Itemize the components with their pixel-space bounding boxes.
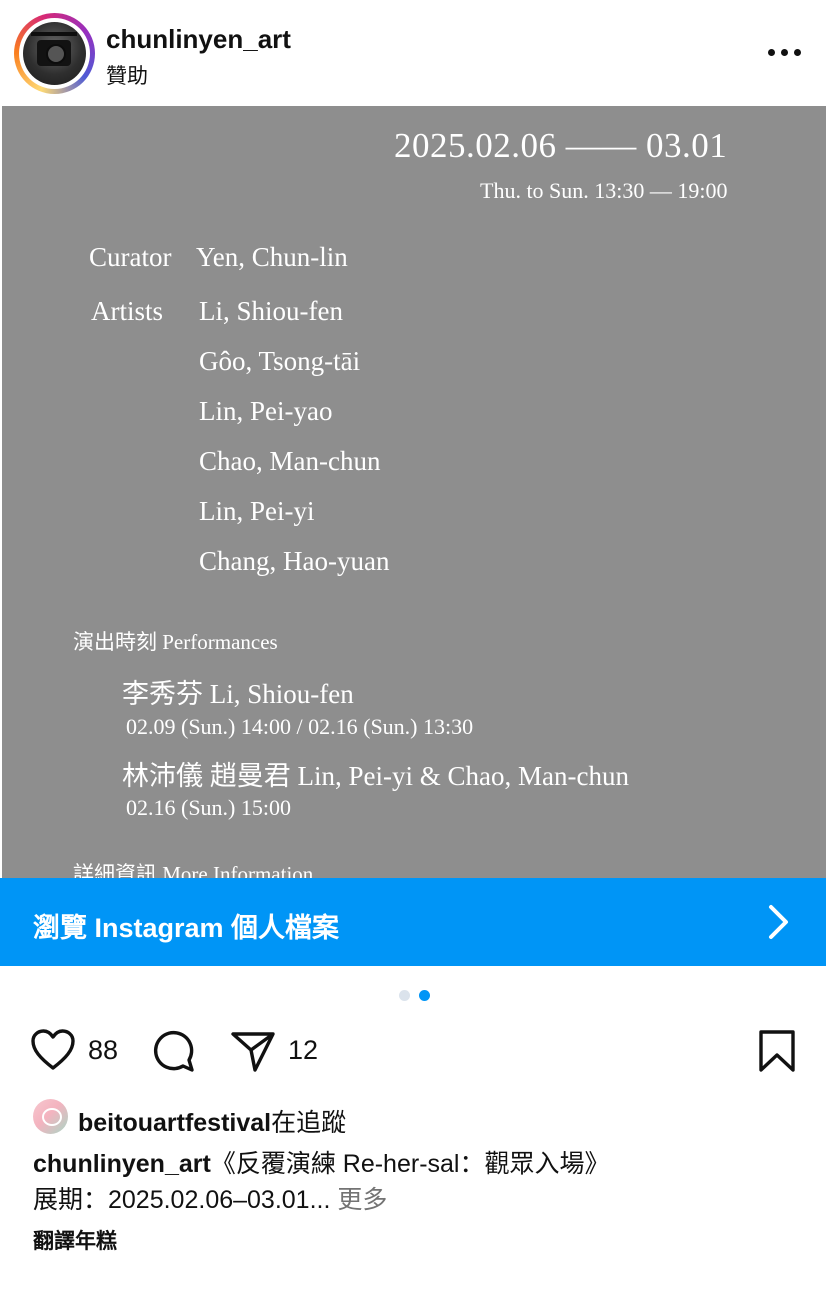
curator-name: Yen, Chun-lin	[196, 242, 348, 272]
camera-lens-shape	[46, 44, 66, 64]
like-count[interactable]: 88	[88, 1035, 118, 1066]
post-caption-line2: 展期：2025.02.06–03.01... 更多	[33, 1180, 387, 1216]
follower-avatar	[33, 1099, 68, 1134]
performance-performer: 林沛儀 趙曼君 Lin, Pei-yi & Chao, Man-chun	[122, 761, 629, 791]
visit-profile-label: 瀏覽 Instagram 個人檔案	[33, 913, 340, 943]
carousel-dot-active	[419, 990, 430, 1001]
avatar-frame	[19, 18, 90, 89]
more-information-heading: 詳細資訊 More Information	[73, 862, 314, 878]
followed-by-row[interactable]: beitouartfestival在追蹤	[33, 1099, 793, 1137]
caption-more-link[interactable]: 更多	[337, 1186, 387, 1214]
story-ring-avatar[interactable]	[14, 13, 95, 94]
chevron-right-icon	[769, 905, 788, 939]
carousel-dot	[399, 990, 410, 1001]
curator-label: Curator	[89, 242, 172, 272]
artists-label: Artists	[91, 296, 164, 326]
followed-by-text: beitouartfestival在追蹤	[78, 1103, 346, 1139]
artist-name: Lin, Pei-yao	[199, 396, 333, 426]
caption-line2-text: 展期：2025.02.06–03.01...	[33, 1186, 331, 1214]
post-image[interactable]: 2025.02.06 —— 03.01 Thu. to Sun. 13:30 —…	[2, 106, 826, 878]
opening-hours: Thu. to Sun. 13:30 — 19:00	[480, 178, 728, 203]
sponsored-label: 贊助	[106, 65, 148, 88]
caption-username[interactable]: chunlinyen_art	[33, 1150, 211, 1178]
post-caption: chunlinyen_art《反覆演練 Re-her-sal：觀眾入場》	[33, 1144, 609, 1180]
performance-time: 02.09 (Sun.) 14:00 / 02.16 (Sun.) 13:30	[126, 714, 474, 739]
artist-name: Li, Shiou-fen	[199, 296, 343, 326]
heart-icon[interactable]	[30, 1028, 76, 1072]
following-suffix: 在追蹤	[271, 1109, 347, 1137]
bookmark-icon[interactable]	[758, 1029, 796, 1073]
camera-rig-shape	[31, 32, 77, 36]
performances-heading: 演出時刻 Performances	[73, 630, 278, 654]
performance-performer: 李秀芬 Li, Shiou-fen	[122, 679, 354, 709]
share-count[interactable]: 12	[288, 1035, 318, 1066]
post-username[interactable]: chunlinyen_art	[106, 24, 291, 55]
artist-name: Gôo, Tsong-tāi	[199, 346, 361, 376]
carousel-indicator	[397, 990, 437, 1002]
visit-profile-banner[interactable]: 瀏覽 Instagram 個人檔案	[0, 878, 826, 966]
share-icon[interactable]	[229, 1029, 277, 1073]
comment-icon[interactable]	[150, 1028, 196, 1074]
follower-account[interactable]: beitouartfestival	[78, 1109, 271, 1137]
post-header: chunlinyen_art 贊助	[0, 0, 826, 106]
avatar	[23, 22, 86, 85]
artist-name: Lin, Pei-yi	[199, 496, 315, 526]
caption-text: 《反覆演練 Re-her-sal：觀眾入場》	[210, 1150, 610, 1178]
performance-time: 02.16 (Sun.) 15:00	[126, 795, 291, 820]
artist-name: Chao, Man-chun	[199, 446, 381, 476]
artist-name: Chang, Hao-yuan	[199, 546, 390, 576]
more-horizontal-icon[interactable]	[766, 44, 802, 62]
exhibition-dates: 2025.02.06 —— 03.01	[394, 126, 728, 165]
see-translation-link[interactable]: 翻譯年糕	[33, 1225, 117, 1255]
